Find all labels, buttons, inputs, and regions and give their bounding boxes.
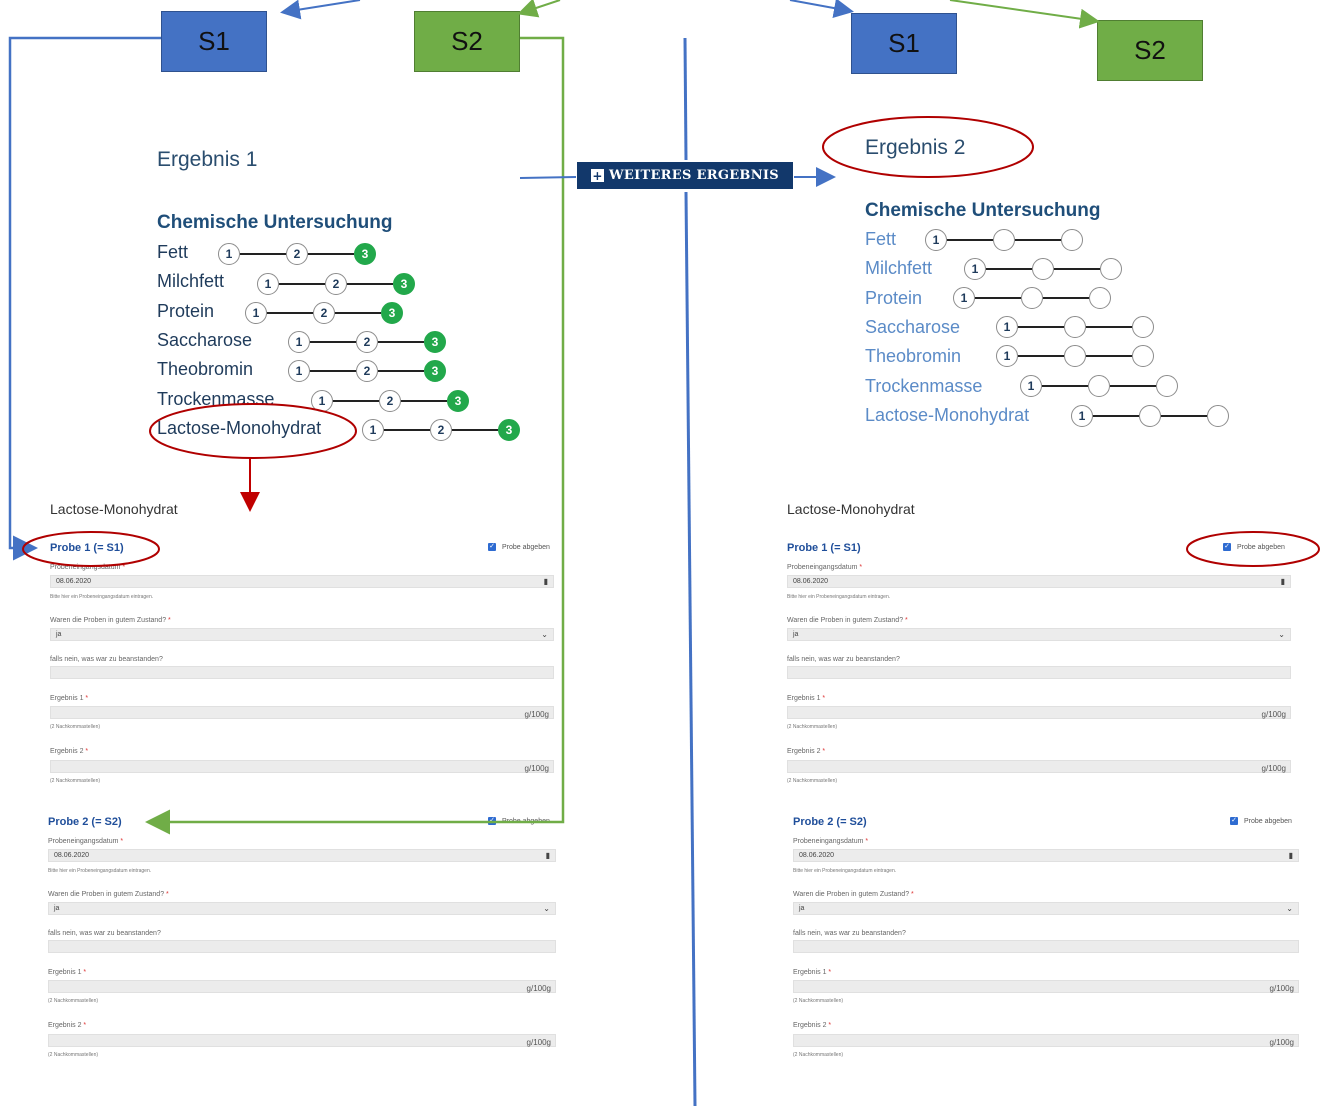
- button-line-left: [519, 176, 577, 179]
- divider-top: [683, 37, 688, 161]
- divider-bottom: [684, 191, 697, 1106]
- arrow-top-s1: [280, 0, 361, 20]
- highlight-ergebnis-2: [822, 116, 1034, 178]
- highlight-probe1: [22, 531, 160, 567]
- arrow-top-s1-right: [789, 0, 854, 18]
- annotation-overlay: [8, 0, 1320, 1106]
- arrow-s1-probe1: [8, 36, 161, 561]
- arrow-top-s2-right: [949, 0, 1100, 29]
- highlight-checkbox: [1186, 531, 1320, 567]
- highlight-lactose: [149, 403, 357, 459]
- arrow-top-s2: [517, 0, 561, 18]
